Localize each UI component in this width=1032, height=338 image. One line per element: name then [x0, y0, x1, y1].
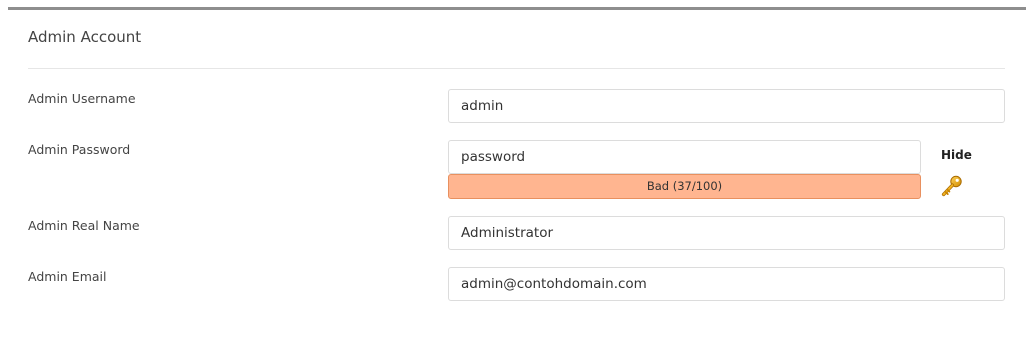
admin-email-input[interactable] — [448, 267, 1005, 301]
admin-real-name-input[interactable] — [448, 216, 1005, 250]
key-icon[interactable] — [940, 174, 964, 198]
hide-password-toggle[interactable]: Hide — [941, 148, 972, 162]
admin-username-input[interactable] — [448, 89, 1005, 123]
password-strength-meter: Bad (37/100) — [448, 174, 921, 199]
section-divider — [28, 68, 1005, 69]
admin-password-input[interactable] — [448, 140, 921, 174]
admin-email-label: Admin Email — [28, 269, 107, 284]
admin-password-label: Admin Password — [28, 142, 131, 157]
section-title: Admin Account — [28, 28, 142, 46]
admin-username-label: Admin Username — [28, 91, 136, 106]
admin-real-name-label: Admin Real Name — [28, 218, 140, 233]
top-border — [8, 7, 1026, 10]
